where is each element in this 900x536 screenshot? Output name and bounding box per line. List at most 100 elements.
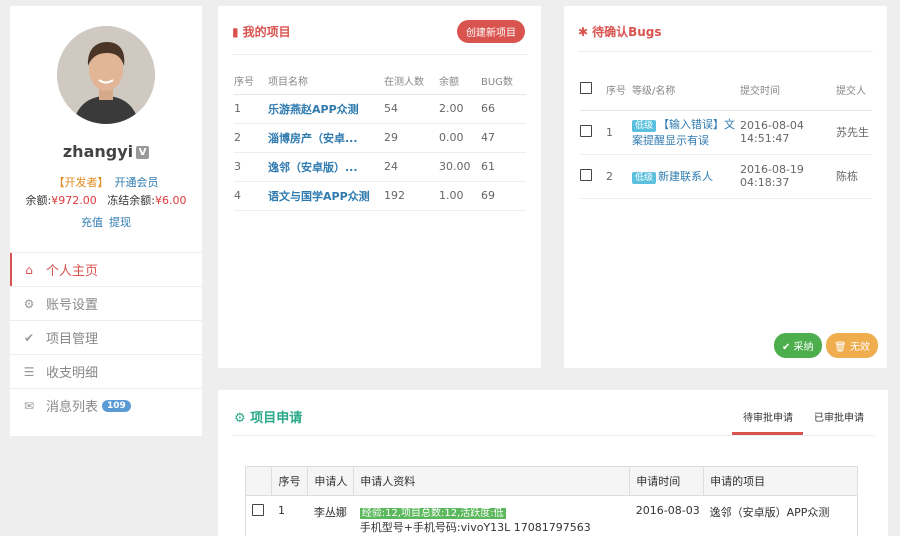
sidebar-item-label: 账号设置 — [46, 298, 99, 313]
table-row: 2 淄博房产（安卓... 29 0.00 47 — [234, 123, 526, 153]
column-header: 申请时间 — [629, 467, 705, 496]
applications-table: 序号 申请人 申请人资料 申请时间 申请的项目 1 李丛娜 经验:12,项目总数… — [246, 467, 857, 536]
table-row: 1 乐游燕赵APP众测 54 2.00 66 — [234, 94, 526, 124]
sidebar-item-label: 消息列表 — [46, 400, 99, 415]
tab-pending-applications[interactable]: 待审批申请 — [743, 409, 793, 424]
bug-title-link[interactable]: 新建联系人 — [658, 170, 713, 183]
sidebar-item-label: 收支明细 — [46, 366, 99, 381]
invalid-button-label: 无效 — [849, 342, 870, 353]
project-name-link[interactable]: 语文与国学APP众测 — [268, 181, 384, 211]
membership-link[interactable]: 开通会员 — [115, 176, 159, 189]
cogs-icon: ⚙ — [234, 411, 246, 426]
applicant-stats: 经验:12,项目总数:12,活跃度:低 — [359, 507, 506, 519]
frozen-value: ¥6.00 — [154, 194, 187, 207]
list-icon: ☰ — [23, 364, 35, 379]
submitter: 陈栋 — [836, 154, 872, 199]
row-checkbox[interactable] — [580, 124, 592, 137]
applicant-profile: 经验:12,项目总数:12,活跃度:低 手机型号+手机号码:vivoY13L 1… — [354, 495, 630, 536]
row-number: 1 — [606, 110, 632, 155]
column-header: 项目名称 — [268, 68, 384, 95]
select-all-cell — [580, 70, 606, 111]
sidebar-item-transactions[interactable]: ☰ 收支明细 — [10, 354, 202, 388]
projects-title-text: 我的项目 — [242, 25, 291, 39]
table-row: 4 语文与国学APP众测 192 1.00 69 — [234, 181, 526, 211]
sidebar-item-label: 个人主页 — [46, 264, 99, 279]
username-text: zhangyi — [62, 142, 134, 161]
row-number: 1 — [277, 503, 285, 517]
tester-count: 54 — [384, 94, 439, 124]
row-number: 3 — [234, 152, 268, 182]
sidebar-item-account-settings[interactable]: ⚙ 账号设置 — [10, 286, 202, 320]
sidebar-menu: ⌂ 个人主页 ⚙ 账号设置 ✔ 项目管理 ☰ 收支明细 ✉ 消息列表 109 — [10, 252, 202, 422]
table-header-row: 序号 项目名称 在测人数 余额 BUG数 — [234, 68, 526, 95]
bugs-title-text: 待确认Bugs — [592, 25, 662, 39]
applications-title: ⚙ 项目申请 — [234, 407, 302, 426]
row-number: 1 — [234, 94, 268, 124]
project-applications-card: ⚙ 项目申请 待审批申请 已审批申请 序号 申请人 申请人资料 申请时间 申请的… — [218, 390, 888, 536]
bugs-title: ✱ 待确认Bugs — [578, 23, 662, 40]
applicant-device: 手机型号+手机号码:vivoY13L 17081797563 — [359, 520, 591, 534]
sidebar-item-label: 项目管理 — [46, 332, 99, 347]
row-checkbox[interactable] — [252, 503, 264, 516]
sidebar-item-project-management[interactable]: ✔ 项目管理 — [10, 320, 202, 354]
developer-role: 【开发者】 — [53, 176, 109, 189]
bug-count: 61 — [481, 152, 526, 182]
applications-table-container: 序号 申请人 申请人资料 申请时间 申请的项目 1 李丛娜 经验:12,项目总数… — [245, 466, 858, 536]
divider — [578, 51, 873, 52]
table-row: 3 逸邻（安卓版）... 24 30.00 61 — [234, 152, 526, 182]
bug-title-cell: 低级 新建联系人 — [632, 154, 740, 199]
mail-icon: ✉ — [23, 398, 35, 413]
bug-count: 69 — [481, 181, 526, 211]
tab-approved-applications[interactable]: 已审批申请 — [814, 409, 864, 424]
table-row: 2 低级 新建联系人 2016-08-19 04:18:37 陈栋 — [580, 154, 872, 199]
row-checkbox[interactable] — [580, 168, 592, 181]
level-tag: 低级 — [632, 120, 657, 132]
my-projects-card: ▮ 我的项目 创建新项目 序号 项目名称 在测人数 余额 BUG数 1 乐游燕赵A… — [218, 6, 541, 368]
column-header: 序号 — [271, 467, 309, 496]
role-line: 【开发者】 开通会员 — [10, 174, 202, 190]
gear-icon: ⚙ — [23, 296, 35, 311]
apply-time: 2016-08-03 — [635, 503, 700, 517]
projects-table: 序号 项目名称 在测人数 余额 BUG数 1 乐游燕赵APP众测 54 2.00… — [234, 68, 526, 211]
bug-count: 66 — [481, 94, 526, 124]
verified-badge: V — [136, 146, 150, 159]
column-header: 申请人资料 — [353, 467, 631, 496]
project-name-link[interactable]: 逸邻（安卓版）... — [268, 152, 384, 182]
avatar[interactable] — [57, 26, 155, 124]
column-header: 在测人数 — [384, 68, 439, 95]
bug-icon: ✱ — [578, 25, 589, 39]
accept-button[interactable]: ✔ 采纳 — [774, 333, 822, 358]
column-header: 序号 — [234, 68, 268, 95]
tester-count: 29 — [384, 123, 439, 153]
select-header — [246, 467, 273, 496]
balance-label: 余额: — [25, 194, 52, 207]
column-header: BUG数 — [481, 68, 526, 95]
select-cell — [580, 110, 606, 155]
row-number: 4 — [234, 181, 268, 211]
select-all-checkbox[interactable] — [580, 82, 592, 95]
recharge-link[interactable]: 充值 — [81, 216, 103, 229]
tester-count: 24 — [384, 152, 439, 182]
invalid-button[interactable]: 🗑 无效 — [826, 333, 878, 358]
table-row: 1 李丛娜 经验:12,项目总数:12,活跃度:低 手机型号+手机号码:vivo… — [246, 495, 857, 536]
table-row: 1 低级 【输入错误】文案提醒显示有误 2016-08-04 14:51:47 苏… — [580, 110, 872, 155]
tester-count: 192 — [384, 181, 439, 211]
create-project-button[interactable]: 创建新项目 — [457, 20, 525, 43]
divider — [232, 435, 874, 436]
sidebar-item-messages[interactable]: ✉ 消息列表 109 — [10, 388, 202, 422]
column-header: 申请人 — [307, 467, 355, 496]
withdraw-link[interactable]: 提现 — [109, 216, 131, 229]
submit-time: 2016-08-19 04:18:37 — [740, 154, 836, 199]
project-name-link[interactable]: 乐游燕赵APP众测 — [268, 94, 384, 124]
profile-card: zhangyi V 【开发者】 开通会员 余额:¥972.00 冻结余额:¥6.00… — [10, 6, 202, 436]
sidebar-item-home[interactable]: ⌂ 个人主页 — [10, 252, 202, 286]
divider — [232, 54, 527, 55]
submitter: 苏先生 — [836, 110, 872, 155]
applied-project: 逸邻（安卓版）APP众测 — [709, 505, 830, 519]
balance-value: ¥972.00 — [51, 194, 97, 207]
bug-count: 47 — [481, 123, 526, 153]
check-circle-icon: ✔ — [23, 330, 35, 345]
applicant-name: 李丛娜 — [313, 505, 347, 519]
project-name-link[interactable]: 淄博房产（安卓... — [268, 123, 384, 153]
table-header-row: 序号 等级/名称 提交时间 提交人 — [580, 70, 872, 111]
